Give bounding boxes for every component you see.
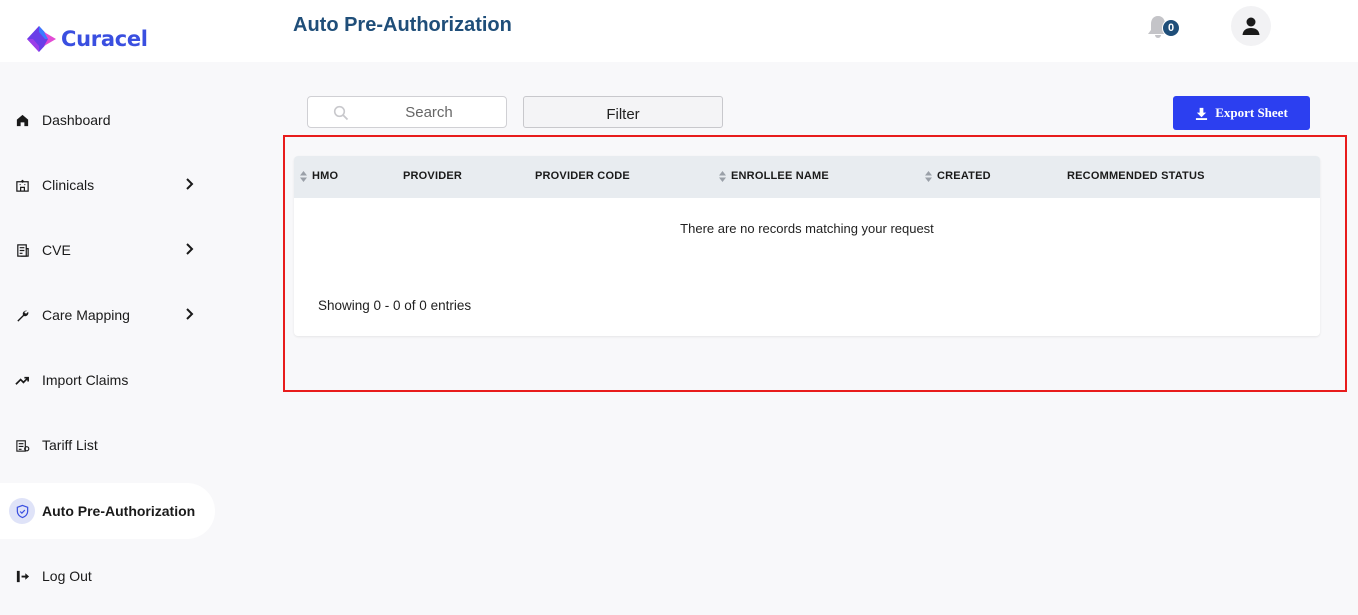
sidebar-item-label: Care Mapping	[42, 307, 130, 323]
chevron-right-icon[interactable]	[184, 307, 196, 321]
top-bar: Auto Pre-Authorization 0	[244, 0, 1358, 62]
search-icon	[333, 105, 349, 121]
empty-state-message: There are no records matching your reque…	[680, 221, 934, 236]
page-title: Auto Pre-Authorization	[293, 14, 512, 36]
sidebar-item-label: Clinicals	[42, 177, 95, 193]
hospital-icon	[12, 175, 32, 195]
download-icon	[1196, 107, 1208, 120]
sidebar-item-label: Import Claims	[42, 372, 129, 388]
sort-icon	[925, 170, 932, 182]
export-sheet-button[interactable]: Export Sheet	[1173, 96, 1310, 130]
pagination-info: Showing 0 - 0 of 0 entries	[318, 298, 472, 313]
sidebar-item-label: Log Out	[42, 568, 92, 584]
sidebar-item-clinicals[interactable]: Clinicals	[0, 157, 215, 213]
sidebar-item-cve[interactable]: CVE	[0, 222, 215, 278]
export-sheet-label: Export Sheet	[1215, 105, 1288, 120]
wrench-icon	[12, 305, 32, 325]
sidebar-item-dashboard[interactable]: Dashboard	[0, 92, 215, 148]
search-input[interactable]	[354, 97, 504, 127]
sidebar-item-auto-pre-authorization[interactable]: Auto Pre-Authorization	[0, 483, 215, 539]
user-icon	[1242, 17, 1260, 35]
trend-up-icon	[12, 370, 32, 390]
sidebar-item-label: Dashboard	[42, 112, 111, 128]
logout-icon	[12, 566, 32, 586]
column-header-provider-code: PROVIDER CODE	[535, 170, 630, 182]
sidebar-item-label: Tariff List	[42, 437, 98, 453]
curacel-logo[interactable]: Curacel	[24, 24, 148, 54]
filter-button[interactable]: Filter	[523, 96, 723, 128]
sidebar: Curacel Dashboard Clinicals CVE Care Map…	[0, 0, 244, 615]
data-table: HMO PROVIDER PROVIDER CODE ENROLLEE NAME…	[294, 156, 1320, 336]
column-header-created[interactable]: CREATED	[925, 170, 991, 182]
avatar[interactable]	[1231, 6, 1271, 46]
column-header-enrollee-name[interactable]: ENROLLEE NAME	[719, 170, 829, 182]
shield-icon	[9, 498, 35, 524]
table-header: HMO PROVIDER PROVIDER CODE ENROLLEE NAME…	[294, 156, 1320, 198]
chevron-right-icon[interactable]	[184, 177, 196, 191]
document-icon	[12, 240, 32, 260]
sidebar-item-label: Auto Pre-Authorization	[42, 503, 196, 519]
curacel-logo-icon	[27, 26, 56, 52]
sidebar-item-tariff-list[interactable]: Tariff List	[0, 417, 215, 473]
brand-name: Curacel	[61, 27, 148, 51]
home-icon	[12, 110, 32, 130]
list-icon	[12, 435, 32, 455]
sidebar-item-log-out[interactable]: Log Out	[0, 548, 215, 604]
sidebar-item-label: CVE	[42, 242, 71, 258]
sort-icon	[719, 170, 726, 182]
sidebar-item-import-claims[interactable]: Import Claims	[0, 352, 215, 408]
notification-badge: 0	[1162, 19, 1180, 37]
search-box	[307, 96, 507, 128]
column-header-provider: PROVIDER	[403, 170, 463, 182]
logo-area: Curacel	[0, 0, 244, 62]
sort-icon	[300, 170, 307, 182]
chevron-right-icon[interactable]	[184, 242, 196, 256]
column-header-hmo[interactable]: HMO	[300, 170, 338, 182]
sidebar-item-care-mapping[interactable]: Care Mapping	[0, 287, 215, 343]
column-header-recommended-status: RECOMMENDED STATUS	[1067, 170, 1205, 182]
